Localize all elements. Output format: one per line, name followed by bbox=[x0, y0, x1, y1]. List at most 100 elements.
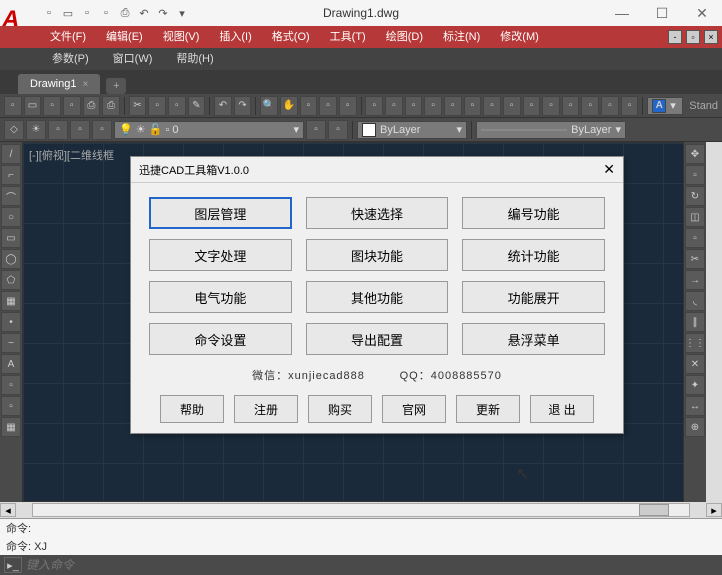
menu-window[interactable]: 窗口(W) bbox=[101, 48, 165, 70]
qat-dropdown-icon[interactable]: ▾ bbox=[173, 4, 191, 22]
toolbar-icon[interactable]: ▫ bbox=[424, 96, 442, 116]
menu-view[interactable]: 视图(V) bbox=[153, 26, 210, 48]
stretch-icon[interactable]: ↔ bbox=[685, 396, 705, 416]
dialog-close-button[interactable]: ✕ bbox=[603, 161, 615, 178]
toolbar-icon[interactable]: ▫ bbox=[523, 96, 541, 116]
undo-icon[interactable]: ↶ bbox=[135, 4, 153, 22]
toolbar-icon[interactable]: ▫ bbox=[319, 96, 337, 116]
scroll-thumb[interactable] bbox=[639, 504, 669, 516]
join-icon[interactable]: ⊕ bbox=[685, 417, 705, 437]
toolbar-icon[interactable]: ▫ bbox=[503, 96, 521, 116]
mdi-minimize-button[interactable]: - bbox=[668, 30, 682, 44]
color-select[interactable]: ByLayer▾ bbox=[357, 121, 467, 139]
horizontal-scrollbar[interactable]: ◂ ▸ bbox=[0, 502, 722, 518]
toolbar-icon[interactable]: ⎙ bbox=[83, 96, 101, 116]
menu-params[interactable]: 参数(P) bbox=[40, 48, 101, 70]
line-icon[interactable]: / bbox=[1, 144, 21, 164]
new-icon[interactable]: ▫ bbox=[40, 4, 58, 22]
scroll-right-icon[interactable]: ▸ bbox=[706, 503, 722, 517]
website-button[interactable]: 官网 bbox=[382, 395, 446, 423]
menu-dimension[interactable]: 标注(N) bbox=[433, 26, 490, 48]
region-icon[interactable]: ▫ bbox=[1, 396, 21, 416]
saveas-icon[interactable]: ▫ bbox=[97, 4, 115, 22]
layer-icon[interactable]: ◇ bbox=[4, 120, 24, 140]
tab-close-icon[interactable]: × bbox=[82, 79, 88, 90]
rectangle-icon[interactable]: ▭ bbox=[1, 228, 21, 248]
toolbar-icon[interactable]: ▫ bbox=[43, 96, 61, 116]
table-icon[interactable]: ▦ bbox=[1, 417, 21, 437]
rotate-icon[interactable]: ↻ bbox=[685, 186, 705, 206]
undo-icon[interactable]: ↶ bbox=[214, 96, 232, 116]
textstyle-select[interactable]: A▾ bbox=[647, 97, 683, 115]
arc-icon[interactable]: ⌒ bbox=[1, 186, 21, 206]
menu-draw[interactable]: 绘图(D) bbox=[376, 26, 433, 48]
layer-icon[interactable]: ▫ bbox=[70, 120, 90, 140]
lineweight-select[interactable]: ByLayer▾ bbox=[476, 121, 626, 139]
viewport-label[interactable]: [-][俯视][二维线框 bbox=[29, 147, 114, 163]
maximize-button[interactable]: ☐ bbox=[642, 0, 682, 26]
menu-modify[interactable]: 修改(M) bbox=[490, 26, 549, 48]
layer-icon[interactable]: ▫ bbox=[92, 120, 112, 140]
menu-file[interactable]: 文件(F) bbox=[40, 26, 96, 48]
menu-tools[interactable]: 工具(T) bbox=[320, 26, 376, 48]
layer-icon[interactable]: ▫ bbox=[306, 120, 326, 140]
register-button[interactable]: 注册 bbox=[234, 395, 298, 423]
toolbar-icon[interactable]: ✎ bbox=[188, 96, 206, 116]
toolbar-icon[interactable]: ▫ bbox=[464, 96, 482, 116]
scroll-left-icon[interactable]: ◂ bbox=[0, 503, 16, 517]
sun-icon[interactable]: ☀ bbox=[26, 120, 46, 140]
toolbar-icon[interactable]: ▫ bbox=[483, 96, 501, 116]
mdi-close-button[interactable]: × bbox=[704, 30, 718, 44]
menu-insert[interactable]: 插入(I) bbox=[209, 26, 261, 48]
vertical-scrollbar[interactable] bbox=[706, 142, 722, 502]
minimize-button[interactable]: — bbox=[602, 0, 642, 26]
toolbar-icon[interactable]: ▫ bbox=[300, 96, 318, 116]
offset-icon[interactable]: ∥ bbox=[685, 312, 705, 332]
spline-icon[interactable]: ~ bbox=[1, 333, 21, 353]
pan-icon[interactable]: ✋ bbox=[280, 96, 298, 116]
func-statistics-button[interactable]: 统计功能 bbox=[462, 239, 605, 271]
toolbar-icon[interactable]: ▫ bbox=[148, 96, 166, 116]
layer-icon[interactable]: ▫ bbox=[328, 120, 348, 140]
func-quick-select-button[interactable]: 快速选择 bbox=[306, 197, 449, 229]
exit-button[interactable]: 退 出 bbox=[530, 395, 594, 423]
array-icon[interactable]: ⋮⋮ bbox=[685, 333, 705, 353]
func-expand-button[interactable]: 功能展开 bbox=[462, 281, 605, 313]
copy-icon[interactable]: ▫ bbox=[685, 165, 705, 185]
update-button[interactable]: 更新 bbox=[456, 395, 520, 423]
toolbar-icon[interactable]: ▫ bbox=[444, 96, 462, 116]
scale-icon[interactable]: ▫ bbox=[685, 228, 705, 248]
print-icon[interactable]: ⎙ bbox=[116, 4, 134, 22]
block-icon[interactable]: ▫ bbox=[1, 375, 21, 395]
func-numbering-button[interactable]: 编号功能 bbox=[462, 197, 605, 229]
func-export-config-button[interactable]: 导出配置 bbox=[306, 323, 449, 355]
help-button[interactable]: 帮助 bbox=[160, 395, 224, 423]
toolbar-icon[interactable]: ▫ bbox=[601, 96, 619, 116]
text-icon[interactable]: A bbox=[1, 354, 21, 374]
toolbar-icon[interactable]: ▫ bbox=[542, 96, 560, 116]
toolbar-icon[interactable]: ▭ bbox=[24, 96, 42, 116]
move-icon[interactable]: ✥ bbox=[685, 144, 705, 164]
func-other-button[interactable]: 其他功能 bbox=[306, 281, 449, 313]
explode-icon[interactable]: ✦ bbox=[685, 375, 705, 395]
toolbar-icon[interactable]: ▫ bbox=[562, 96, 580, 116]
menu-edit[interactable]: 编辑(E) bbox=[96, 26, 153, 48]
close-button[interactable]: ✕ bbox=[682, 0, 722, 26]
toolbar-icon[interactable]: ⎙ bbox=[102, 96, 120, 116]
func-layer-manage-button[interactable]: 图层管理 bbox=[149, 197, 292, 229]
toolbar-icon[interactable]: ▫ bbox=[365, 96, 383, 116]
circle-icon[interactable]: ○ bbox=[1, 207, 21, 227]
func-electrical-button[interactable]: 电气功能 bbox=[149, 281, 292, 313]
save-icon[interactable]: ▫ bbox=[78, 4, 96, 22]
layer-select[interactable]: 💡 ☀ 🔓 ▫ 0 ▾ bbox=[114, 121, 304, 139]
point-icon[interactable]: • bbox=[1, 312, 21, 332]
func-text-button[interactable]: 文字处理 bbox=[149, 239, 292, 271]
erase-icon[interactable]: ✕ bbox=[685, 354, 705, 374]
toolbar-icon[interactable]: ▫ bbox=[405, 96, 423, 116]
toolbar-icon[interactable]: ▫ bbox=[339, 96, 357, 116]
trim-icon[interactable]: ✂ bbox=[685, 249, 705, 269]
polyline-icon[interactable]: ⌐ bbox=[1, 165, 21, 185]
mdi-restore-button[interactable]: ▫ bbox=[686, 30, 700, 44]
toolbar-icon[interactable]: ▫ bbox=[385, 96, 403, 116]
redo-icon[interactable]: ↷ bbox=[234, 96, 252, 116]
